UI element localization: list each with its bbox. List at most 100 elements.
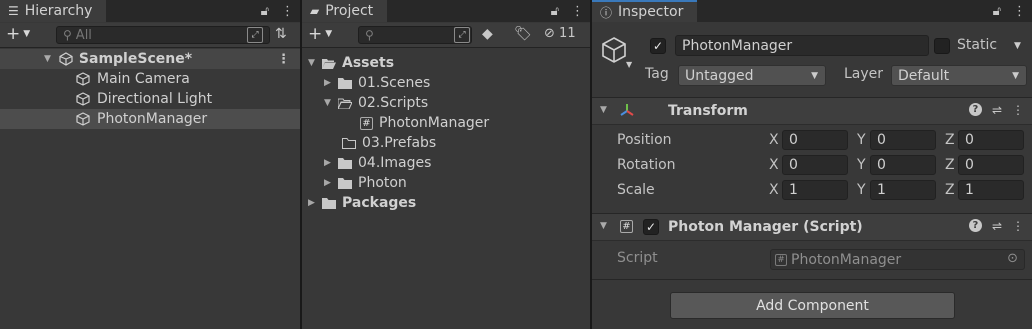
create-button[interactable]: + ▼ (6, 24, 30, 44)
filter-by-label-icon[interactable]: 🏷︎ (514, 26, 532, 42)
position-x-value: 0 (789, 132, 798, 148)
icon-picker-caret-icon[interactable]: ▼ (626, 60, 632, 69)
lock-icon[interactable]: 🔓︎ (551, 4, 559, 19)
help-icon[interactable]: ? (968, 103, 982, 116)
foldout-arrow-icon[interactable]: ▼ (600, 221, 607, 231)
collapse-arrow-icon[interactable]: ▶ (324, 158, 338, 168)
expand-arrow-icon[interactable]: ▼ (324, 98, 338, 108)
axis-x-label: X (769, 182, 779, 198)
component-more-icon[interactable]: ⋮ (1012, 103, 1024, 117)
hierarchy-tabbar: ☰ Hierarchy 🔓︎ ⋮ (0, 0, 300, 22)
tag-dropdown[interactable]: Untagged ▼ (678, 65, 826, 86)
tree-item-packages[interactable]: ▶ Packages (308, 193, 416, 213)
search-icon: ⚲ (63, 28, 72, 42)
axis-y-label: Y (857, 157, 866, 173)
tree-item-assets[interactable]: ▼ Assets (308, 53, 394, 73)
object-name-field[interactable]: PhotonManager (675, 35, 929, 56)
search-by-type-icon[interactable]: ⤢ (454, 27, 470, 43)
expand-arrow-icon[interactable]: ▼ (44, 54, 51, 64)
collapse-arrow-icon[interactable]: ▶ (324, 78, 338, 88)
add-component-label: Add Component (756, 297, 869, 314)
project-tab[interactable]: ▰ Project (302, 0, 388, 22)
folder-icon (338, 177, 352, 189)
eye-off-icon: ⊘ (544, 26, 555, 41)
inspector-tab[interactable]: ⓘ Inspector (592, 0, 698, 22)
axis-z-label: Z (945, 182, 955, 198)
create-asset-button[interactable]: + ▼ (308, 24, 332, 44)
more-icon[interactable]: ⋮ (571, 4, 584, 19)
script-value: PhotonManager (791, 251, 902, 268)
more-icon[interactable]: ⋮ (281, 4, 294, 19)
tree-item-photonmanager-script[interactable]: # PhotonManager (360, 113, 489, 133)
transform-header[interactable]: ▼ Transform ? ⇌ ⋮ (592, 97, 1032, 125)
layer-value: Default (898, 67, 950, 84)
position-y-field[interactable]: 0 (870, 130, 936, 150)
foldout-arrow-icon[interactable]: ▼ (600, 105, 607, 115)
hierarchy-tab[interactable]: ☰ Hierarchy (0, 0, 107, 22)
object-name-value: PhotonManager (682, 37, 793, 54)
gameobject-cube-icon[interactable] (600, 36, 628, 64)
presets-icon[interactable]: ⇌ (992, 219, 1002, 233)
presets-icon[interactable]: ⇌ (992, 103, 1002, 117)
hierarchy-item-directional-light[interactable]: Directional Light (0, 89, 300, 109)
scene-row[interactable]: ▼ SampleScene* ⋮ (0, 49, 300, 69)
filter-by-type-icon[interactable]: ◆ (482, 26, 493, 42)
gameobject-cube-icon (76, 72, 90, 86)
position-z-field[interactable]: 0 (958, 130, 1024, 150)
axis-y-label: Y (857, 182, 866, 198)
active-checkbox[interactable]: ✓ (650, 38, 666, 54)
more-icon[interactable]: ⋮ (1013, 4, 1026, 19)
tag-value: Untagged (685, 67, 754, 84)
scene-more-icon[interactable]: ⋮ (277, 52, 290, 67)
static-label: Static (957, 37, 998, 53)
scale-x-field[interactable]: 1 (782, 180, 848, 200)
folder-open-icon (322, 58, 336, 69)
static-dropdown-caret-icon[interactable]: ▼ (1014, 41, 1021, 51)
help-icon[interactable]: ? (968, 219, 982, 232)
tree-item-images[interactable]: ▶ 04.Images (324, 153, 431, 173)
lock-icon[interactable]: 🔓︎ (261, 4, 269, 19)
component-more-icon[interactable]: ⋮ (1012, 219, 1024, 233)
hierarchy-search[interactable]: ⚲ (56, 26, 270, 44)
tree-item-scenes[interactable]: ▶ 01.Scenes (324, 73, 430, 93)
tree-item-label: Packages (342, 195, 417, 211)
script-object-field: # PhotonManager ⊙ (770, 249, 1025, 270)
lock-icon[interactable]: 🔓︎ (993, 4, 1001, 19)
inspector-tab-label: Inspector (618, 4, 684, 20)
collapse-arrow-icon[interactable]: ▶ (308, 198, 322, 208)
hierarchy-panel: ☰ Hierarchy 🔓︎ ⋮ +▼ ⚲ ⤢ ⇅ ▼ SampleScene*… (0, 0, 300, 329)
tree-item-scripts[interactable]: ▼ 02.Scripts (324, 93, 428, 113)
hidden-packages-toggle[interactable]: ⊘ 11 (544, 26, 576, 41)
tree-item-label: Photon (358, 175, 407, 191)
sort-icon[interactable]: ⇅ (275, 26, 287, 42)
rotation-z-field[interactable]: 0 (958, 155, 1024, 175)
tree-item-label: Assets (342, 55, 395, 71)
rotation-x-field[interactable]: 0 (782, 155, 848, 175)
axis-y-label: Y (857, 132, 866, 148)
info-icon: ⓘ (600, 5, 613, 20)
object-picker-icon[interactable]: ⊙ (1007, 251, 1018, 266)
scale-label: Scale (617, 182, 655, 198)
search-by-type-icon[interactable]: ⤢ (247, 27, 263, 43)
component-enabled-checkbox[interactable]: ✓ (643, 219, 659, 235)
add-component-button[interactable]: Add Component (670, 292, 955, 319)
script-component-header[interactable]: ▼ # ✓ Photon Manager (Script) ? ⇌ ⋮ (592, 213, 1032, 241)
project-tab-label: Project (325, 3, 374, 19)
rotation-y-field[interactable]: 0 (870, 155, 936, 175)
hierarchy-item-photonmanager[interactable]: PhotonManager (0, 109, 300, 129)
scale-z-value: 1 (965, 182, 974, 198)
static-checkbox[interactable] (934, 38, 950, 54)
collapse-arrow-icon[interactable]: ▶ (324, 178, 338, 188)
rotation-z-value: 0 (965, 157, 974, 173)
tree-item-prefabs[interactable]: 03.Prefabs (342, 133, 436, 153)
expand-arrow-icon[interactable]: ▼ (308, 58, 322, 68)
hierarchy-item-main-camera[interactable]: Main Camera (0, 69, 300, 89)
position-x-field[interactable]: 0 (782, 130, 848, 150)
position-label: Position (617, 132, 672, 148)
scale-z-field[interactable]: 1 (958, 180, 1024, 200)
tree-item-photon[interactable]: ▶ Photon (324, 173, 407, 193)
layer-label: Layer (844, 66, 884, 82)
hierarchy-search-input[interactable] (71, 27, 269, 43)
scale-y-field[interactable]: 1 (870, 180, 936, 200)
layer-dropdown[interactable]: Default ▼ (891, 65, 1027, 86)
